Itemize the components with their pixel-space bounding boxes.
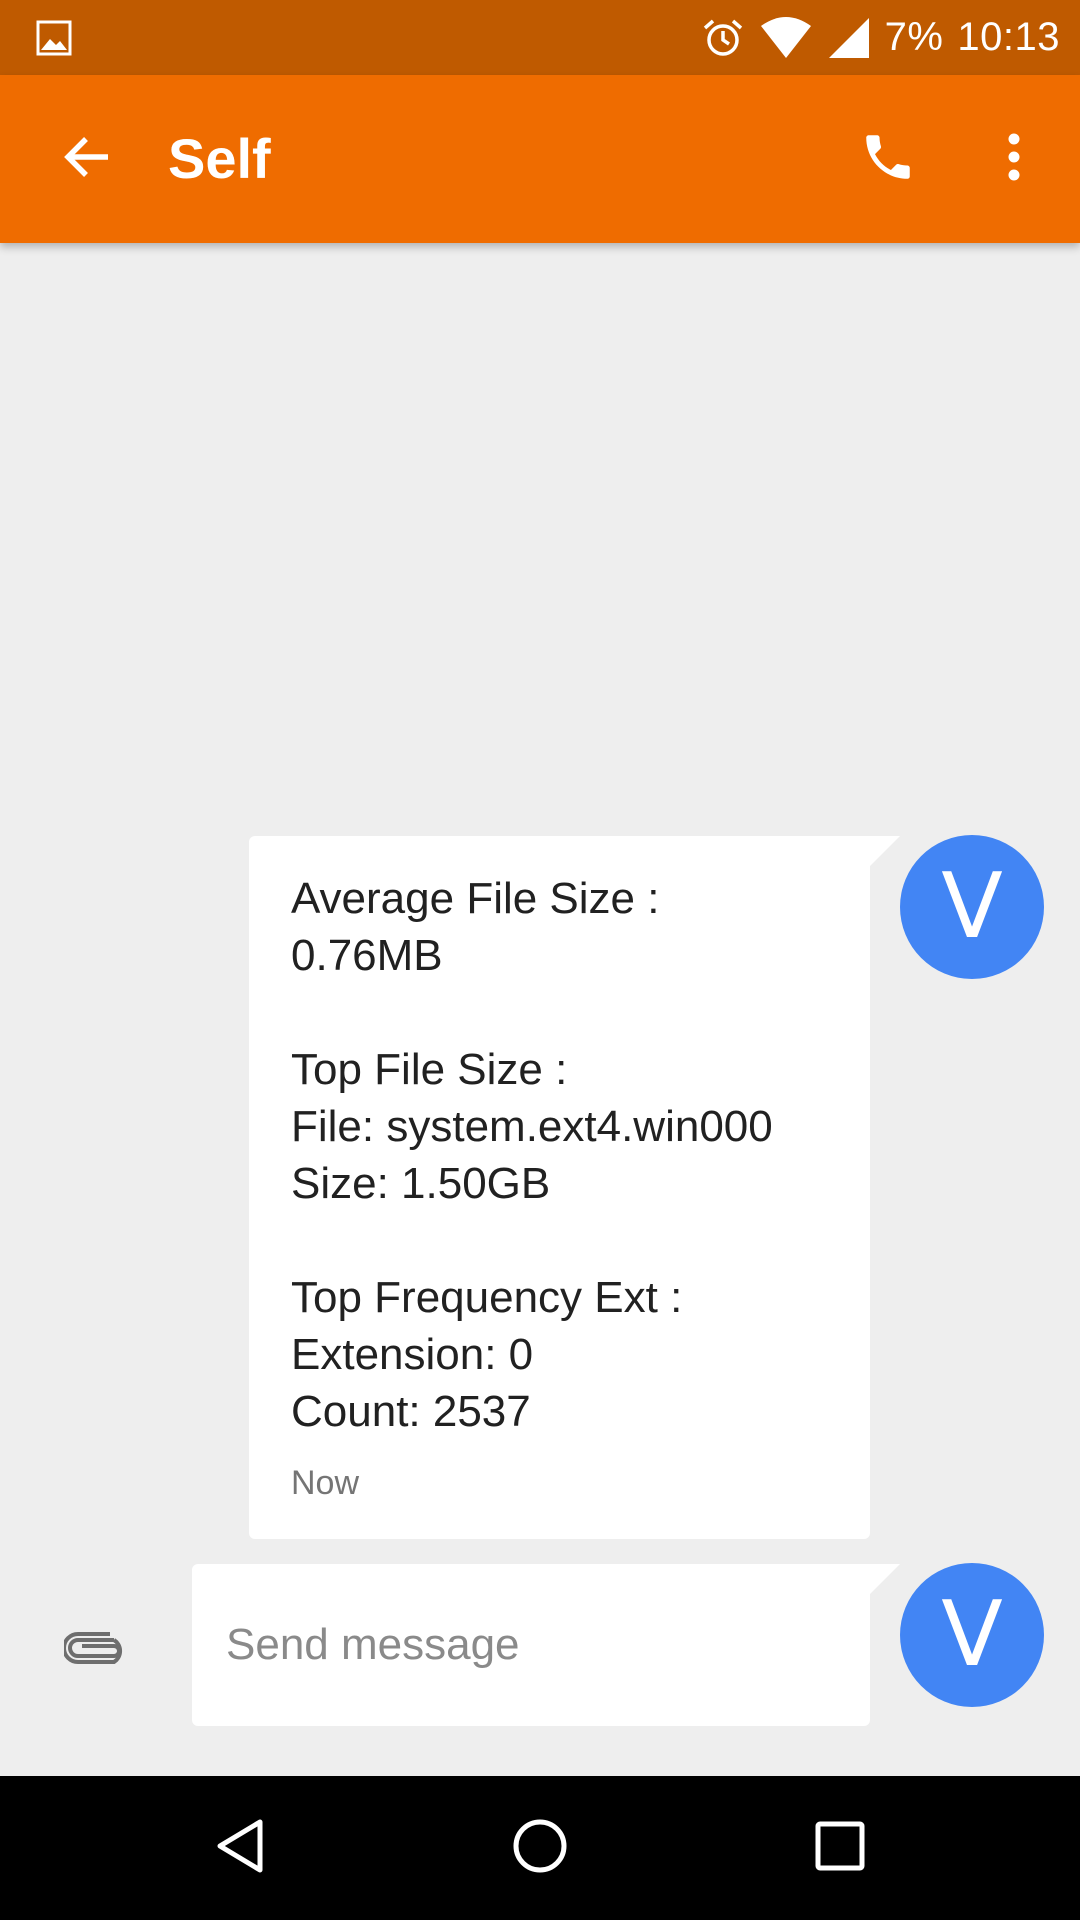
nav-recents-icon: [814, 1820, 866, 1877]
signal-icon: [827, 16, 871, 60]
message-line: Average File Size :: [291, 874, 660, 923]
wifi-icon: [759, 16, 813, 60]
compose-box: [192, 1564, 870, 1726]
nav-home-icon: [512, 1818, 568, 1879]
call-button[interactable]: [848, 119, 928, 199]
more-vert-icon: [1004, 131, 1024, 188]
message-line: Top File Size :: [291, 1045, 568, 1094]
bubble-tail: [868, 836, 900, 868]
nav-back-button[interactable]: [192, 1800, 288, 1896]
more-options-button[interactable]: [974, 119, 1054, 199]
compose-tail: [868, 1564, 900, 1596]
status-icons: 7% 10:13: [701, 0, 1060, 75]
message-line: File: system.ext4.win000: [291, 1102, 773, 1151]
nav-recents-button[interactable]: [792, 1800, 888, 1896]
back-arrow-icon: [62, 131, 114, 188]
message-line: Extension: 0: [291, 1330, 534, 1379]
battery-percent: 7%: [884, 15, 944, 59]
app-bar: Self: [0, 75, 1080, 243]
send-avatar-button[interactable]: V: [900, 1563, 1044, 1707]
phone-icon: [859, 128, 917, 191]
alarm-icon: [701, 16, 745, 60]
attach-button[interactable]: [56, 1610, 136, 1690]
message-line: Count: 2537: [291, 1387, 531, 1436]
message-line: 0.76MB: [291, 931, 443, 980]
message-line: Top Frequency Ext :: [291, 1273, 683, 1322]
message-timestamp: Now: [291, 1464, 360, 1502]
message-bubble[interactable]: Average File Size : 0.76MB Top File Size…: [249, 836, 870, 1539]
nav-home-button[interactable]: [492, 1800, 588, 1896]
back-button[interactable]: [48, 119, 128, 199]
message-input[interactable]: [226, 1564, 836, 1726]
message-line-gap: [291, 984, 850, 1041]
status-time: 10:13: [957, 15, 1060, 59]
avatar[interactable]: V: [900, 835, 1044, 979]
message-line-gap: [291, 1212, 850, 1269]
paperclip-icon: [62, 1630, 128, 1671]
status-bar: 7% 10:13: [0, 0, 1080, 75]
message-text: Average File Size : 0.76MB Top File Size…: [291, 870, 850, 1440]
page-title: Self: [168, 127, 271, 190]
gallery-icon: [36, 20, 72, 56]
message-line: Size: 1.50GB: [291, 1159, 551, 1208]
nav-bar: [0, 1776, 1080, 1920]
nav-back-icon: [212, 1816, 268, 1881]
